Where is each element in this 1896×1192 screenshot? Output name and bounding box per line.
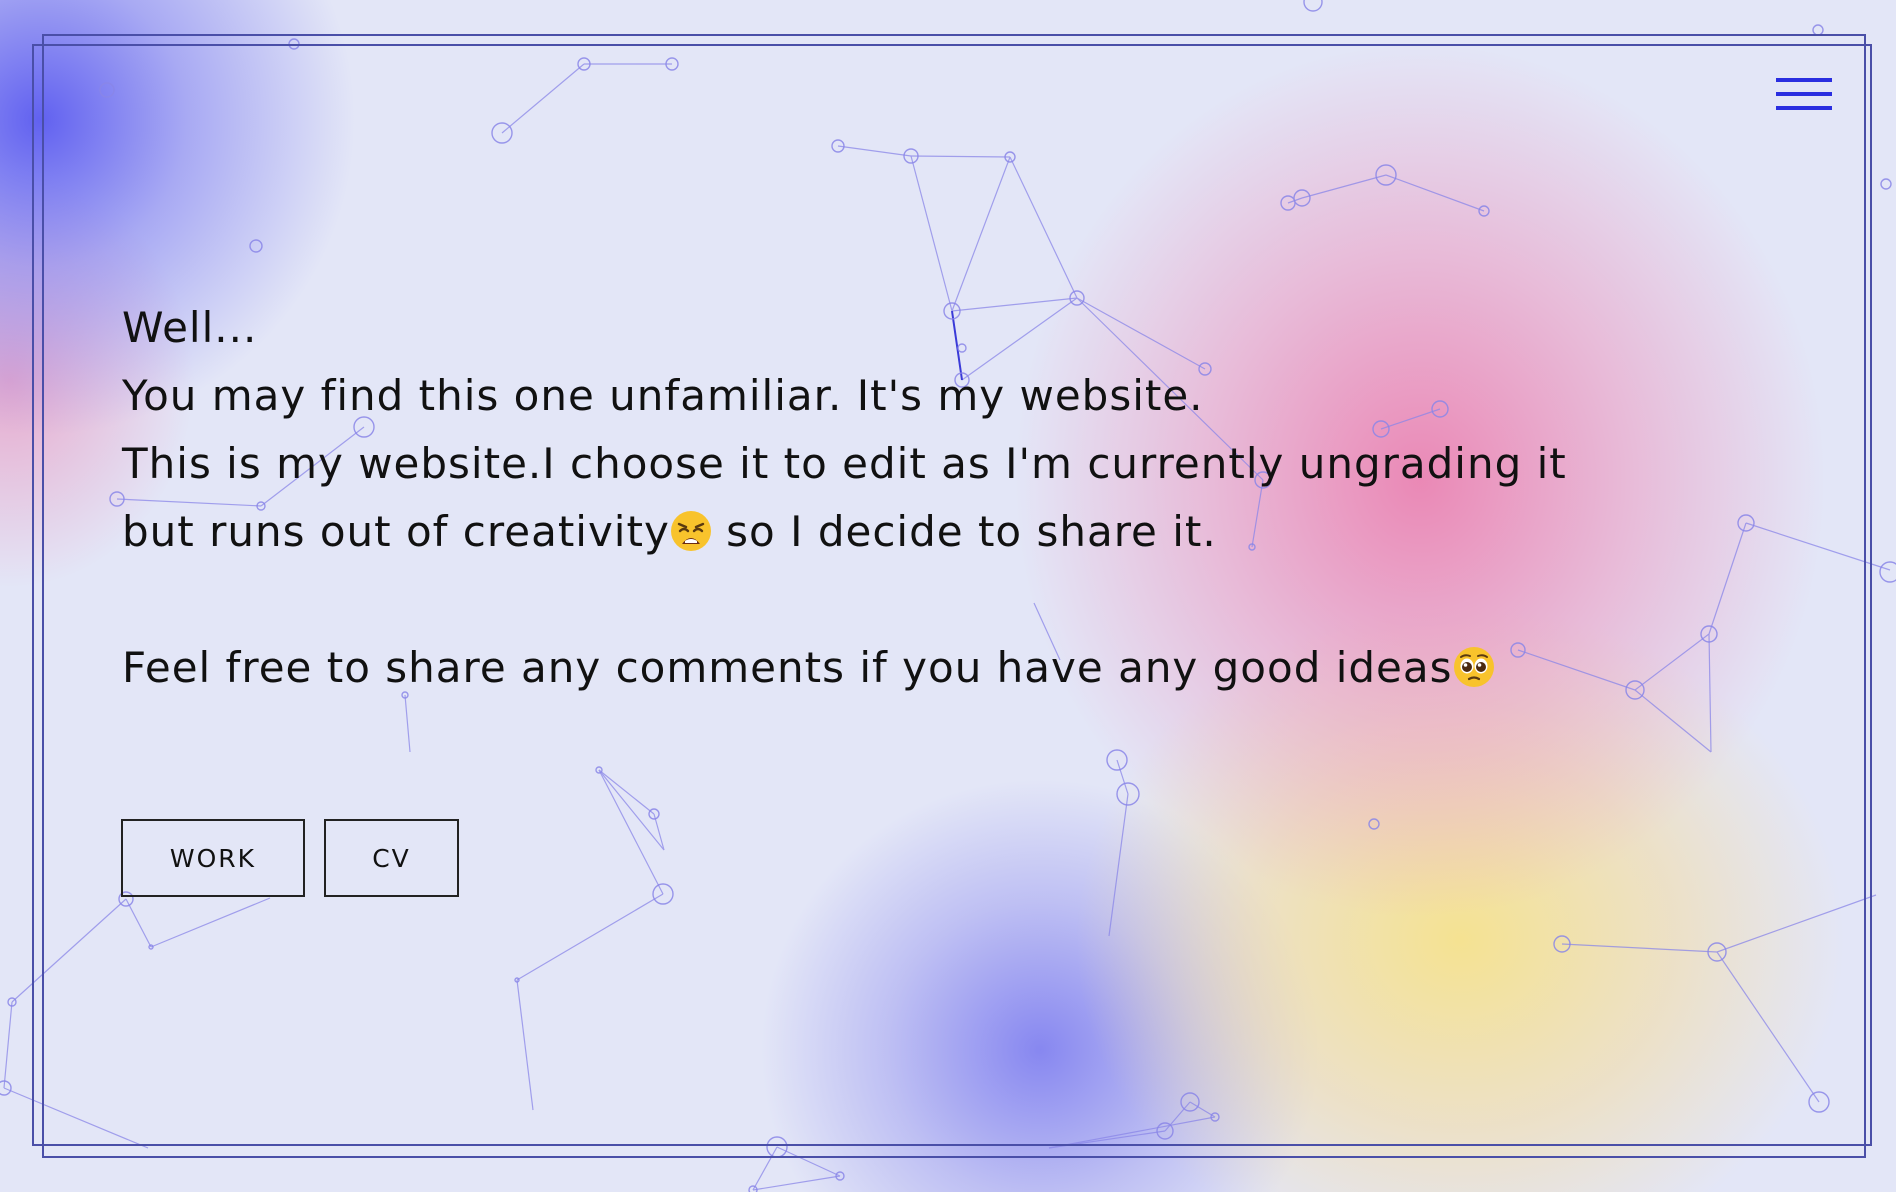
intro-line-3-start: but runs out of creativity — [122, 507, 670, 556]
intro-line-3-end: so I decide to share it. — [711, 507, 1217, 556]
intro-line-1: You may find this one unfamiliar. It's m… — [122, 371, 1204, 420]
pleading-face-emoji — [1453, 647, 1494, 687]
intro-line-4: Feel free to share any comments if you h… — [122, 634, 1622, 702]
menu-bar-bottom — [1776, 106, 1832, 110]
intro-text: Well... You may find this one unfamiliar… — [122, 294, 1622, 702]
cv-button[interactable]: CV — [324, 819, 459, 897]
menu-bar-middle — [1776, 92, 1832, 96]
greeting: Well... — [122, 303, 258, 352]
menu-bar-top — [1776, 78, 1832, 82]
intro-line-2: This is my website.I choose it to edit a… — [122, 439, 1567, 488]
work-button[interactable]: WORK — [121, 819, 305, 897]
hamburger-menu-icon[interactable] — [1776, 74, 1834, 114]
page: Well... You may find this one unfamiliar… — [0, 0, 1896, 1192]
comment-invite-text: Feel free to share any comments if you h… — [122, 643, 1453, 692]
weary-face-emoji — [670, 511, 711, 551]
intro-line-3: but runs out of creativity so I decide t… — [122, 498, 1622, 566]
